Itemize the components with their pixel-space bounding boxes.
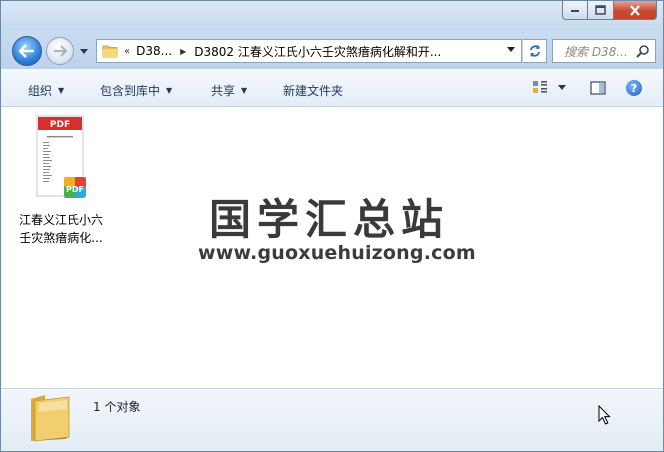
- mouse-cursor-icon: [598, 405, 611, 425]
- chevron-down-icon: ▼: [166, 86, 173, 95]
- search-placeholder: 搜索 D38...: [564, 44, 628, 59]
- breadcrumb-parent[interactable]: D38...: [136, 44, 172, 58]
- chevron-down-icon: [558, 84, 566, 90]
- file-name-line-2: 壬灾煞瘖病化...: [19, 231, 103, 245]
- file-list-view[interactable]: PDF PDF 江春义江氏小六 壬灾煞瘖病化... 国学汇总站 www.guox…: [1, 108, 663, 388]
- close-icon: [630, 4, 640, 16]
- watermark-title: 国学汇总站: [209, 195, 450, 244]
- pdf-badge-text: PDF: [66, 185, 84, 194]
- breadcrumb-separator-icon[interactable]: ▶: [180, 47, 186, 56]
- organize-label: 组织: [28, 84, 53, 98]
- share-menu[interactable]: 共享 ▼: [211, 82, 247, 99]
- organize-menu[interactable]: 组织 ▼: [28, 82, 64, 99]
- file-name[interactable]: 江春义江氏小六 壬灾煞瘖病化...: [11, 211, 111, 247]
- forward-button[interactable]: [46, 37, 74, 65]
- forward-arrow-icon: [54, 45, 67, 57]
- navigation-bar: « D38... ▶ D3802 江春义江氏小六壬灾煞瘖病化解和开... 搜索 …: [1, 31, 663, 69]
- window-controls: [562, 1, 657, 21]
- folder-icon: [31, 395, 70, 442]
- item-count: 1 个对象: [93, 400, 141, 414]
- recent-pages-dropdown[interactable]: [79, 45, 89, 57]
- refresh-icon: [529, 45, 540, 57]
- minimize-icon: [571, 10, 579, 12]
- share-label: 共享: [211, 84, 236, 98]
- view-grid-icon: [533, 81, 547, 93]
- chevron-down-icon: ▼: [241, 86, 248, 95]
- new-folder-label: 新建文件夹: [283, 84, 344, 98]
- file-item[interactable]: PDF PDF 江春义江氏小六 壬灾煞瘖病化...: [11, 115, 111, 245]
- new-folder-button[interactable]: 新建文件夹: [283, 82, 343, 99]
- chevron-down-icon: ▼: [58, 86, 65, 95]
- search-icon[interactable]: [636, 45, 649, 58]
- include-in-library-label: 包含到库中: [100, 84, 161, 98]
- breadcrumb-current[interactable]: D3802 江春义江氏小六壬灾煞瘖病化解和开...: [194, 43, 441, 60]
- minimize-button[interactable]: [562, 1, 588, 20]
- change-view-button[interactable]: [532, 80, 566, 94]
- pdf-header-text: PDF: [50, 120, 70, 130]
- maximize-icon: [595, 5, 606, 15]
- watermark-url: www.guoxuehuizong.com: [198, 242, 476, 264]
- preview-pane-button[interactable]: [590, 81, 606, 98]
- back-button[interactable]: [12, 36, 42, 66]
- search-box[interactable]: 搜索 D38...: [552, 39, 656, 63]
- maximize-button[interactable]: [588, 1, 614, 20]
- pdf-file-icon: PDF PDF: [36, 115, 86, 198]
- details-pane: 1 个对象: [1, 388, 663, 451]
- explorer-window: « D38... ▶ D3802 江春义江氏小六壬灾煞瘖病化解和开... 搜索 …: [0, 0, 664, 452]
- file-name-line-1: 江春义江氏小六: [18, 213, 103, 227]
- refresh-button[interactable]: [523, 39, 547, 63]
- preview-pane-icon: [590, 81, 606, 95]
- back-arrow-icon: [19, 44, 34, 58]
- command-bar: 组织 ▼ 包含到库中 ▼ 共享 ▼ 新建文件夹 ?: [1, 69, 663, 107]
- title-bar: [1, 1, 663, 31]
- address-dropdown-icon[interactable]: [507, 47, 515, 52]
- folder-icon: [102, 45, 118, 58]
- address-overflow[interactable]: «: [124, 46, 130, 57]
- close-button[interactable]: [614, 1, 657, 20]
- address-bar[interactable]: « D38... ▶ D3802 江春义江氏小六壬灾煞瘖病化解和开...: [96, 39, 522, 63]
- include-in-library-menu[interactable]: 包含到库中 ▼: [100, 82, 172, 99]
- help-icon[interactable]: ?: [626, 80, 642, 96]
- chevron-down-icon: [80, 48, 88, 54]
